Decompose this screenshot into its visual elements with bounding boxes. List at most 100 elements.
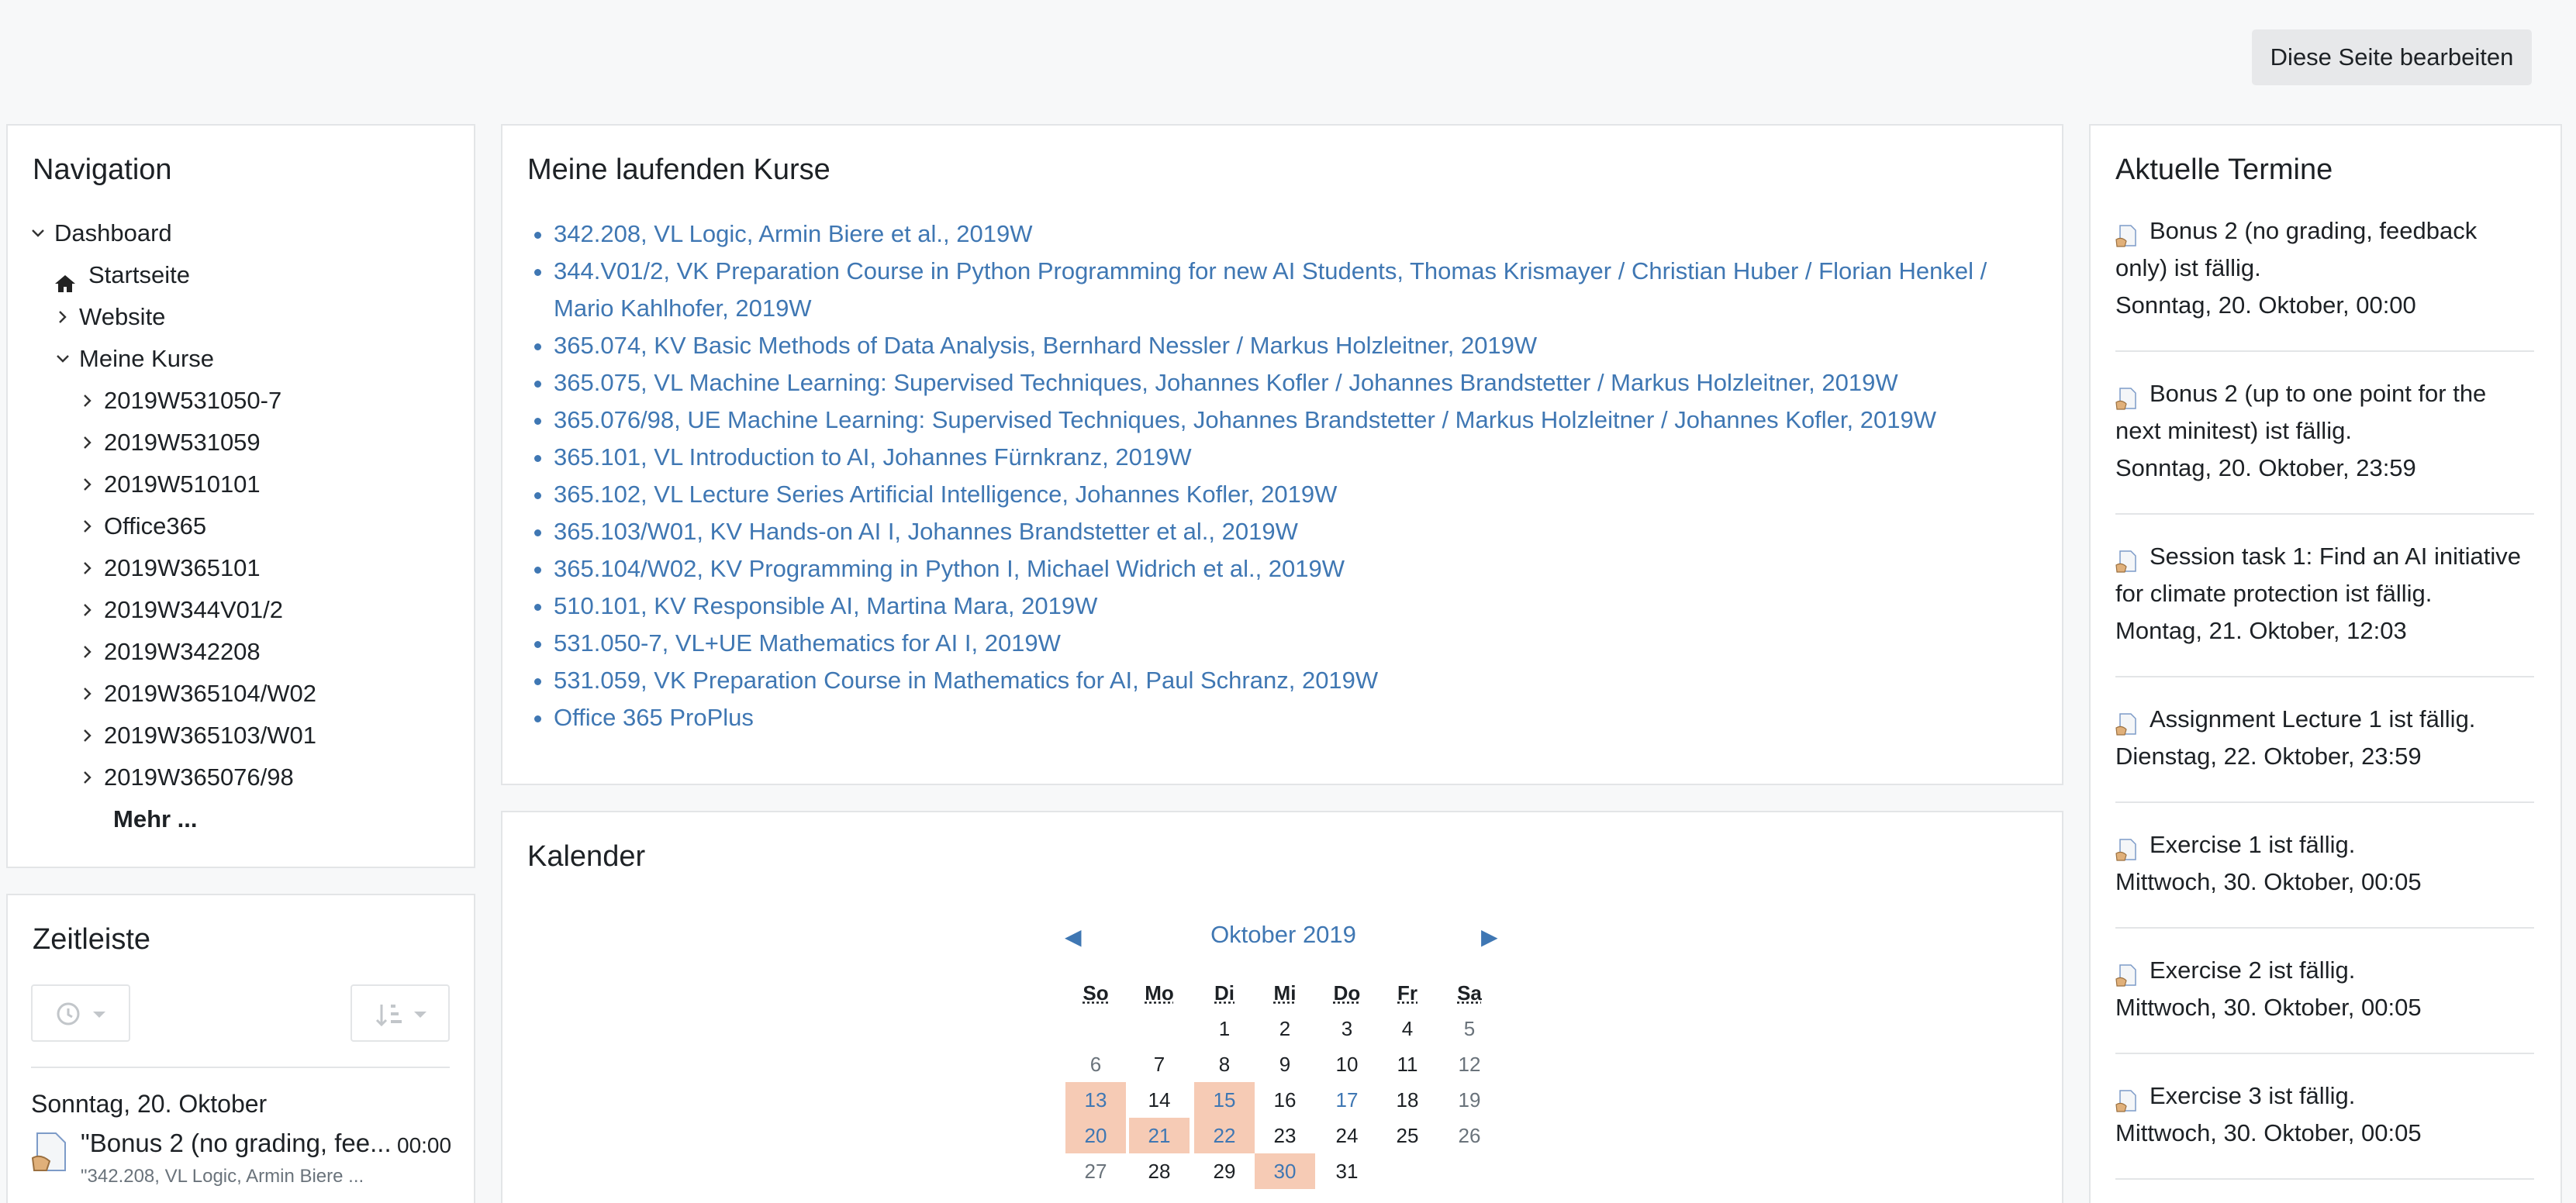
event-title-text[interactable]: Exercise 3 ist fällig.	[2150, 1082, 2355, 1109]
nav-course-item-label[interactable]: 2019W344V01/2	[104, 589, 283, 631]
course-list-item: Office 365 ProPlus	[554, 699, 2047, 736]
calendar-day: 18	[1396, 1088, 1419, 1112]
course-link[interactable]: 531.059, VK Preparation Course in Mathem…	[554, 667, 1378, 694]
nav-course-item-chevron-icon[interactable]	[79, 560, 96, 577]
event-title-text[interactable]: Assignment Lecture 1 ist fällig.	[2150, 705, 2475, 732]
event-title[interactable]: Exercise 1 ist fällig.	[2115, 826, 2534, 863]
timeline-item-time: 00:00	[397, 1133, 452, 1157]
event-title-text[interactable]: Exercise 2 ist fällig.	[2150, 957, 2355, 984]
calendar-day: 1	[1218, 1017, 1231, 1040]
nav-course-item-chevron-icon[interactable]	[79, 518, 96, 535]
event-title-text[interactable]: Bonus 2 (up to one point for the next mi…	[2115, 380, 2486, 444]
event-divider	[2115, 801, 2534, 803]
calendar-month-link[interactable]: Oktober 2019	[1198, 921, 1369, 949]
calendar-day: 23	[1273, 1124, 1297, 1147]
nav-website-label[interactable]: Website	[79, 296, 165, 338]
event-title[interactable]: Exercise 2 ist fällig.	[2115, 952, 2534, 989]
calendar-day-event[interactable]: 22	[1194, 1118, 1255, 1153]
event-item[interactable]: Exercise 2 ist fällig. Mittwoch, 30. Okto…	[2115, 952, 2534, 1026]
calendar-next-month[interactable]: ▶	[1481, 924, 1498, 950]
event-title-text[interactable]: Session task 1: Find an AI initiative fo…	[2115, 543, 2521, 607]
nav-startseite-label[interactable]: Startseite	[88, 254, 190, 296]
course-link[interactable]: 365.102, VL Lecture Series Artificial In…	[554, 481, 1337, 508]
calendar-weekday-header: So	[1083, 981, 1109, 1005]
calendar-day: 29	[1213, 1160, 1236, 1183]
timeline-sort-button[interactable]	[350, 984, 450, 1042]
calendar-day-event[interactable]: 13	[1065, 1082, 1126, 1118]
nav-course-item-chevron-icon[interactable]	[79, 727, 96, 744]
event-item[interactable]: Assignment Lecture 1 ist fällig. Dienstag…	[2115, 701, 2534, 775]
course-link[interactable]: 342.208, VL Logic, Armin Biere et al., 2…	[554, 220, 1033, 247]
calendar-weekday-header: Mi	[1273, 981, 1297, 1005]
calendar-day-event[interactable]: 30	[1255, 1153, 1315, 1189]
nav-course-item-chevron-icon[interactable]	[79, 643, 96, 660]
timeline-divider	[31, 1067, 450, 1068]
nav-meine-kurse-label[interactable]: Meine Kurse	[79, 338, 214, 380]
event-item[interactable]: Bonus 2 (up to one point for the next mi…	[2115, 375, 2534, 487]
event-title[interactable]: Bonus 2 (up to one point for the next mi…	[2115, 375, 2534, 450]
calendar-prev-month[interactable]: ◀	[1065, 924, 1082, 950]
navigation-title: Navigation	[33, 153, 172, 186]
course-link[interactable]: 365.075, VL Machine Learning: Supervised…	[554, 369, 1898, 396]
calendar-day: 4	[1401, 1017, 1414, 1040]
calendar-day: 11	[1397, 1053, 1418, 1076]
nav-course-item-label[interactable]: Office365	[104, 505, 206, 547]
course-link[interactable]: 365.076/98, UE Machine Learning: Supervi…	[554, 406, 1936, 433]
calendar-day-event[interactable]: 21	[1129, 1118, 1190, 1153]
course-link[interactable]: 365.074, KV Basic Methods of Data Analys…	[554, 332, 1537, 359]
nav-course-item-label[interactable]: 2019W342208	[104, 631, 261, 673]
nav-course-item-chevron-icon[interactable]	[79, 434, 96, 451]
nav-course-item-label[interactable]: 2019W531050-7	[104, 380, 281, 422]
assignment-icon	[2115, 960, 2139, 987]
event-title[interactable]: Assignment Lecture 1 ist fällig.	[2115, 701, 2534, 738]
course-list-item: 531.050-7, VL+UE Mathematics for AI I, 2…	[554, 625, 2047, 662]
course-link[interactable]: 531.050-7, VL+UE Mathematics for AI I, 2…	[554, 629, 1061, 657]
nav-more-link-label[interactable]: Mehr ...	[113, 798, 198, 840]
course-link[interactable]: 365.101, VL Introduction to AI, Johannes…	[554, 443, 1192, 471]
event-item[interactable]: Session task 1: Find an AI initiative fo…	[2115, 538, 2534, 650]
event-title[interactable]: Session task 1: Find an AI initiative fo…	[2115, 538, 2534, 612]
nav-course-item-chevron-icon[interactable]	[79, 769, 96, 786]
nav-course-item-label[interactable]: 2019W365104/W02	[104, 673, 316, 715]
event-item[interactable]: Bonus 2 (no grading, feedback only) ist …	[2115, 212, 2534, 324]
calendar-weekday-header: Sa	[1457, 981, 1482, 1005]
nav-course-item-chevron-icon[interactable]	[79, 602, 96, 619]
course-link[interactable]: Office 365 ProPlus	[554, 704, 754, 731]
nav-course-item-label[interactable]: 2019W365103/W01	[104, 715, 316, 757]
calendar-day: 5	[1463, 1017, 1476, 1040]
calendar-day: 25	[1396, 1124, 1419, 1147]
nav-dashboard-label[interactable]: Dashboard	[54, 212, 172, 254]
course-link[interactable]: 365.103/W01, KV Hands-on AI I, Johannes …	[554, 518, 1298, 545]
event-title-text[interactable]: Exercise 1 ist fällig.	[2150, 831, 2355, 858]
timeline-filter-button[interactable]	[31, 984, 130, 1042]
calendar-weekday-header: Mo	[1145, 981, 1174, 1005]
event-item[interactable]: Exercise 1 ist fällig. Mittwoch, 30. Okto…	[2115, 826, 2534, 901]
event-divider	[2115, 1053, 2534, 1054]
course-link[interactable]: 365.104/W02, KV Programming in Python I,…	[554, 555, 1345, 582]
edit-page-button[interactable]: Diese Seite bearbeiten	[2252, 29, 2532, 85]
event-title[interactable]: Bonus 2 (no grading, feedback only) ist …	[2115, 212, 2534, 287]
event-item[interactable]: Exercise 3 ist fällig. Mittwoch, 30. Okto…	[2115, 1077, 2534, 1152]
timeline-item[interactable]: "Bonus 2 (no grading, fee... 00:00 "342.…	[31, 1129, 452, 1191]
event-title-text[interactable]: Bonus 2 (no grading, feedback only) ist …	[2115, 217, 2477, 281]
nav-course-item-label[interactable]: 2019W531059	[104, 422, 261, 464]
course-link[interactable]: 344.V01/2, VK Preparation Course in Pyth…	[554, 257, 1987, 322]
nav-course-item-label[interactable]: 2019W365076/98	[104, 757, 294, 798]
nav-website-chevron-icon[interactable]	[54, 309, 71, 326]
course-link[interactable]: 510.101, KV Responsible AI, Martina Mara…	[554, 592, 1097, 619]
nav-meine-kurse-chevron-icon[interactable]	[54, 350, 71, 367]
nav-course-item-chevron-icon[interactable]	[79, 392, 96, 409]
calendar-day: 7	[1153, 1053, 1165, 1076]
course-list-item: 365.075, VL Machine Learning: Supervised…	[554, 364, 2047, 402]
nav-course-item-label[interactable]: 2019W365101	[104, 547, 261, 589]
calendar-day[interactable]: 17	[1317, 1082, 1377, 1118]
calendar-day-event[interactable]: 20	[1065, 1118, 1126, 1153]
nav-course-item-label[interactable]: 2019W510101	[104, 464, 261, 505]
nav-dashboard-chevron-icon[interactable]	[29, 225, 47, 242]
timeline-item-title[interactable]: "Bonus 2 (no grading, fee...	[81, 1129, 392, 1158]
calendar-day-event[interactable]: 15	[1194, 1082, 1255, 1118]
event-title[interactable]: Exercise 3 ist fällig.	[2115, 1077, 2534, 1115]
nav-course-item-chevron-icon[interactable]	[79, 476, 96, 493]
nav-course-item-chevron-icon[interactable]	[79, 685, 96, 702]
calendar-day: 28	[1148, 1160, 1171, 1183]
